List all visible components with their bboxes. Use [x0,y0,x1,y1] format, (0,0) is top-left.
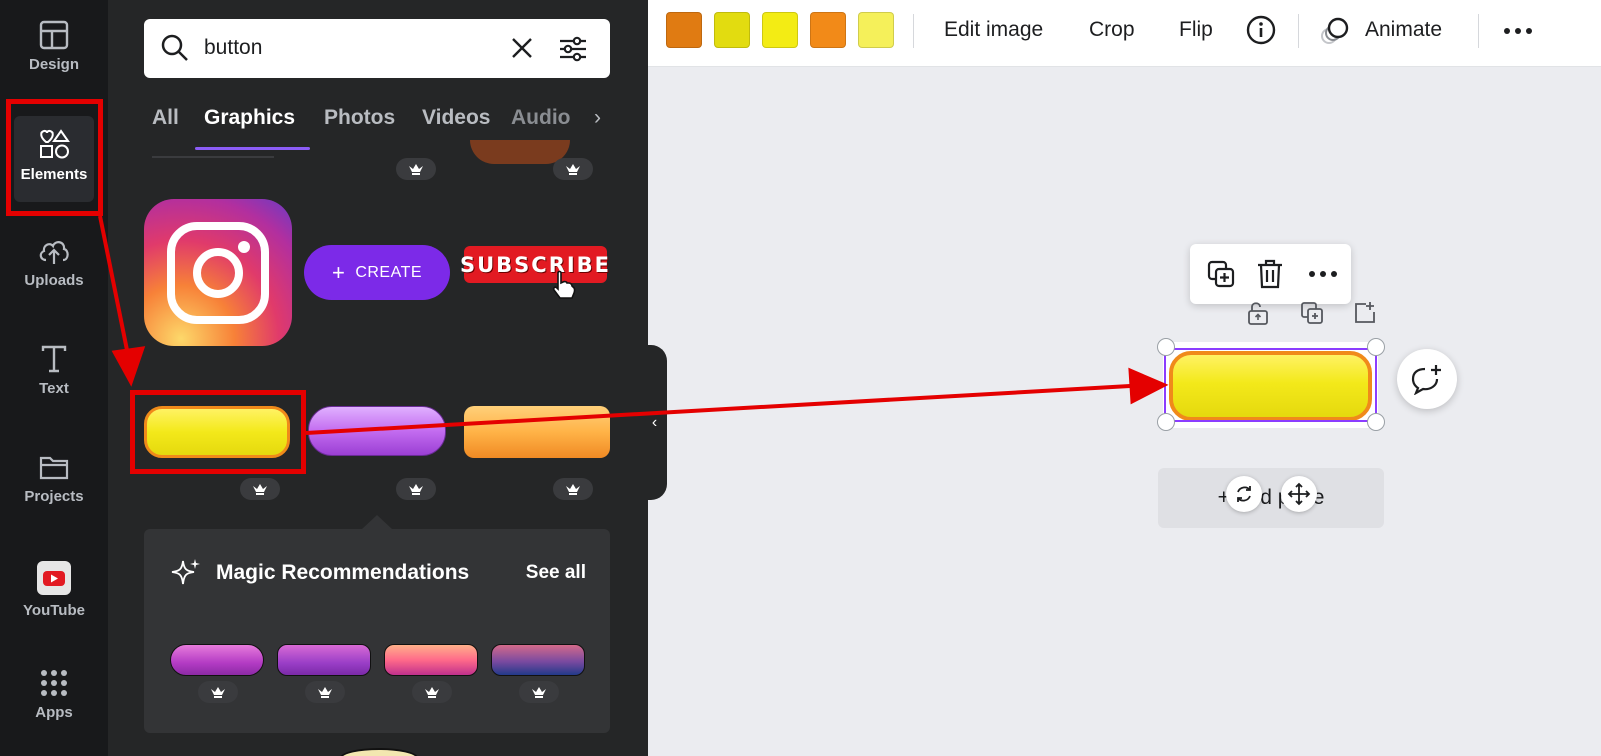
recommendation-item[interactable] [277,644,371,676]
color-swatch[interactable] [762,12,798,48]
crown-icon [240,478,280,500]
crown-icon [396,158,436,180]
color-swatch[interactable] [858,12,894,48]
lock-icon[interactable] [1246,300,1270,326]
rail-label: Projects [24,488,84,505]
duplicate-page-icon[interactable] [1299,300,1325,326]
rail-item-projects[interactable]: Projects [0,432,108,532]
tab-graphics[interactable]: Graphics [204,106,295,130]
recommendation-item[interactable] [384,644,478,676]
cropped-result [340,748,418,756]
top-toolbar: Edit image Crop Flip Animate [648,0,1601,67]
search-input[interactable]: button [204,36,262,60]
rail-label: YouTube [23,602,85,619]
orange-button-graphic[interactable] [464,406,610,458]
comment-add-icon [1411,365,1441,395]
search-icon [161,34,188,61]
recommendation-item[interactable] [491,644,585,676]
magic-title: Magic Recommendations [216,561,470,584]
purple-button-graphic[interactable] [308,406,446,456]
selection-border [1164,348,1377,422]
add-page-button[interactable]: + Add page [1158,468,1384,528]
duplicate-icon[interactable] [1206,259,1236,289]
instagram-icon [167,222,269,324]
animate-icon[interactable] [1319,14,1353,48]
close-icon[interactable] [509,35,535,61]
cloud-upload-icon [39,241,69,264]
magic-recommendations: Magic Recommendations See all [144,515,610,733]
subscribe-graphic[interactable]: SUBSCRIBE [460,246,609,283]
cropped-result [152,150,274,158]
tab-videos[interactable]: Videos [422,106,490,130]
rail-label: Apps [35,704,73,721]
info-icon[interactable] [1245,14,1277,46]
add-comment-button[interactable] [1397,349,1457,409]
tab-photos[interactable]: Photos [324,106,395,130]
elements-highlight-box [6,99,103,216]
rail-item-youtube[interactable]: YouTube [0,540,108,640]
filter-icon[interactable] [558,34,588,64]
hand-cursor-icon [552,270,576,299]
youtube-icon [37,561,71,595]
rail-item-uploads[interactable]: Uploads [0,216,108,316]
add-page-icon[interactable] [1352,300,1378,326]
move-icon [1287,482,1311,506]
rail-item-apps[interactable]: Apps [0,648,108,748]
create-label: CREATE [355,263,423,281]
crown-icon [412,681,452,703]
recommendation-item[interactable] [170,644,264,676]
animate-button[interactable]: Animate [1365,18,1442,42]
layout-icon [39,20,69,50]
resize-handle[interactable] [1157,338,1175,356]
crown-icon [553,478,593,500]
resize-handle[interactable] [1367,413,1385,431]
plus-icon: + [331,259,346,285]
more-icon[interactable] [1308,269,1338,279]
text-icon [41,345,67,373]
crown-icon [396,478,436,500]
folder-icon [39,456,69,480]
crown-icon [519,681,559,703]
crown-icon [198,681,238,703]
instagram-graphic[interactable] [144,199,292,346]
more-icon[interactable] [1503,26,1533,36]
apps-grid-icon [41,670,67,696]
tab-all[interactable]: All [152,106,179,130]
selected-graphic-highlight [130,390,306,474]
subscribe-label: SUBSCRIBE [459,252,612,277]
rail-label: Uploads [24,272,84,289]
trash-icon[interactable] [1256,258,1284,290]
collapse-panel-button[interactable]: ‹ [642,345,667,500]
cropped-result [470,140,570,164]
resize-handle[interactable] [1157,413,1175,431]
flip-button[interactable]: Flip [1179,18,1213,42]
rail-item-text[interactable]: Text [0,324,108,424]
rail-label: Design [28,56,79,73]
crop-button[interactable]: Crop [1089,18,1135,42]
rail-item-design[interactable]: Design [0,0,108,100]
elements-panel: button All Graphics Photos Videos Audio … [108,0,648,756]
search-bar[interactable]: button [144,19,610,78]
create-button-graphic[interactable]: + CREATE [304,245,450,300]
move-handle[interactable] [1281,476,1317,512]
chevron-left-icon: ‹ [651,413,658,431]
color-swatch[interactable] [666,12,702,48]
edit-image-button[interactable]: Edit image [944,18,1043,42]
see-all-link[interactable]: See all [526,562,586,584]
rotate-icon [1237,486,1251,502]
rail-label: Text [39,380,69,397]
rotate-handle[interactable] [1226,476,1262,512]
color-swatch[interactable] [810,12,846,48]
crown-icon [553,158,593,180]
floating-toolbar [1190,244,1351,304]
crown-icon [305,681,345,703]
tab-audio[interactable]: Audio [511,106,570,130]
color-swatch[interactable] [714,12,750,48]
resize-handle[interactable] [1367,338,1385,356]
chevron-right-icon[interactable]: › [594,106,601,130]
arrowhead [1128,367,1169,405]
sparkle-icon [171,559,200,585]
